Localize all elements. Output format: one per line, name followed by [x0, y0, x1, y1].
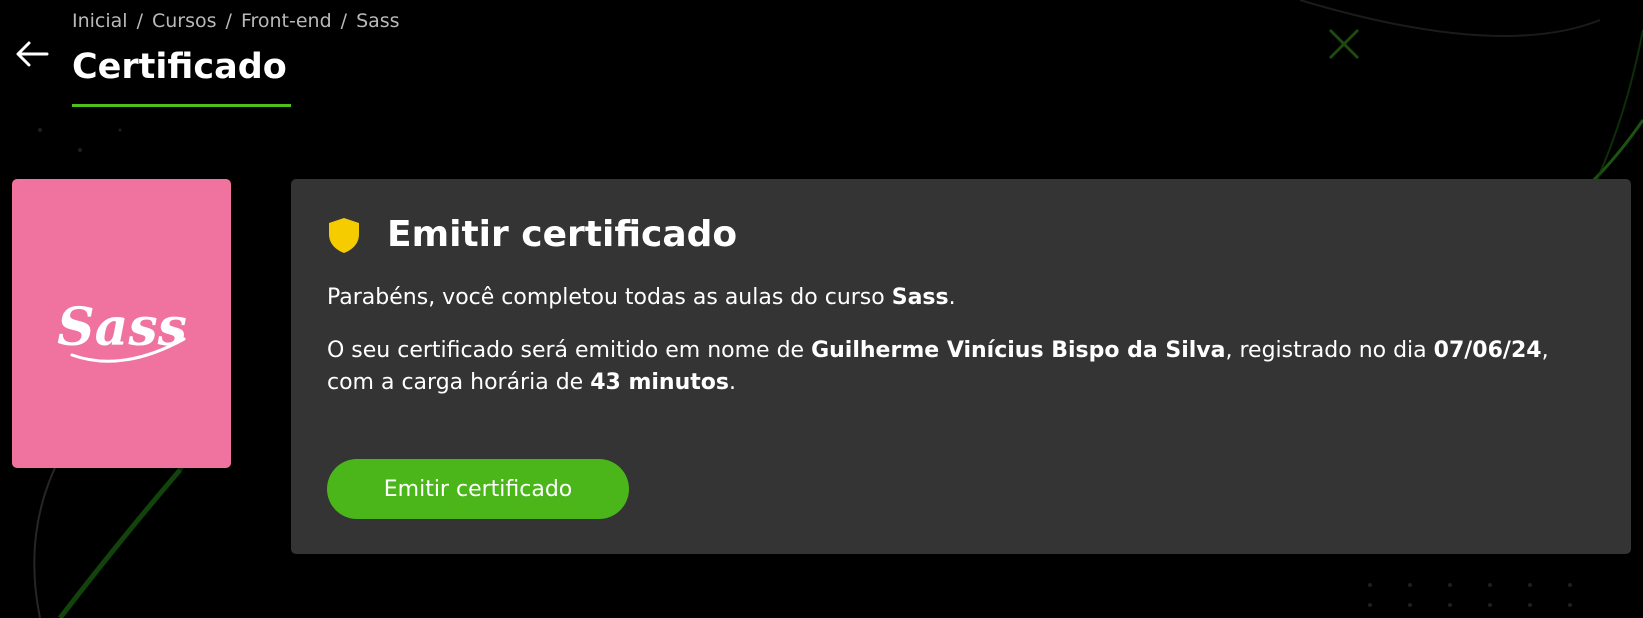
- sass-logo: Sass: [57, 297, 186, 363]
- congrats-prefix: Parabéns, você completou todas as aulas …: [327, 285, 892, 310]
- course-card: Sass: [12, 179, 231, 468]
- certificate-panel: Emitir certificado Parabéns, você comple…: [291, 179, 1631, 554]
- breadcrumb-item-front-end[interactable]: Front-end: [241, 10, 332, 32]
- workload-value: 43 minutos: [590, 370, 729, 395]
- page-title: Certificado: [72, 47, 287, 87]
- back-button[interactable]: [12, 36, 52, 72]
- end-punctuation: .: [728, 370, 736, 395]
- congrats-text: Parabéns, você completou todas as aulas …: [327, 282, 1595, 314]
- registered-text: , registrado no dia: [1225, 338, 1434, 363]
- breadcrumb-separator: /: [340, 10, 348, 32]
- title-underline: [72, 104, 291, 107]
- arrow-left-icon: [16, 41, 49, 67]
- breadcrumb-separator: /: [136, 10, 143, 32]
- breadcrumb-item-inicial[interactable]: Inicial: [72, 10, 128, 32]
- certificate-page: Inicial / Cursos / Front-end / Sass Cert…: [0, 0, 1643, 618]
- issue-certificate-button[interactable]: Emitir certificado: [327, 459, 629, 519]
- shield-icon: [329, 217, 359, 253]
- breadcrumb-item-cursos[interactable]: Cursos: [152, 10, 217, 32]
- breadcrumb: Inicial / Cursos / Front-end / Sass: [72, 10, 400, 32]
- congrats-suffix: .: [948, 285, 956, 310]
- panel-header: Emitir certificado: [327, 214, 737, 255]
- course-name: Sass: [891, 285, 949, 310]
- panel-title: Emitir certificado: [387, 214, 738, 255]
- student-name: Guilherme Vinícius Bispo da Silva: [811, 338, 1226, 363]
- breadcrumb-item-sass[interactable]: Sass: [356, 10, 400, 32]
- issue-prefix: O seu certificado será emitido em nome d…: [327, 338, 812, 363]
- registration-date: 07/06/24: [1433, 338, 1542, 363]
- breadcrumb-separator: /: [225, 10, 232, 32]
- issue-info-text: O seu certificado será emitido em nome d…: [327, 335, 1595, 399]
